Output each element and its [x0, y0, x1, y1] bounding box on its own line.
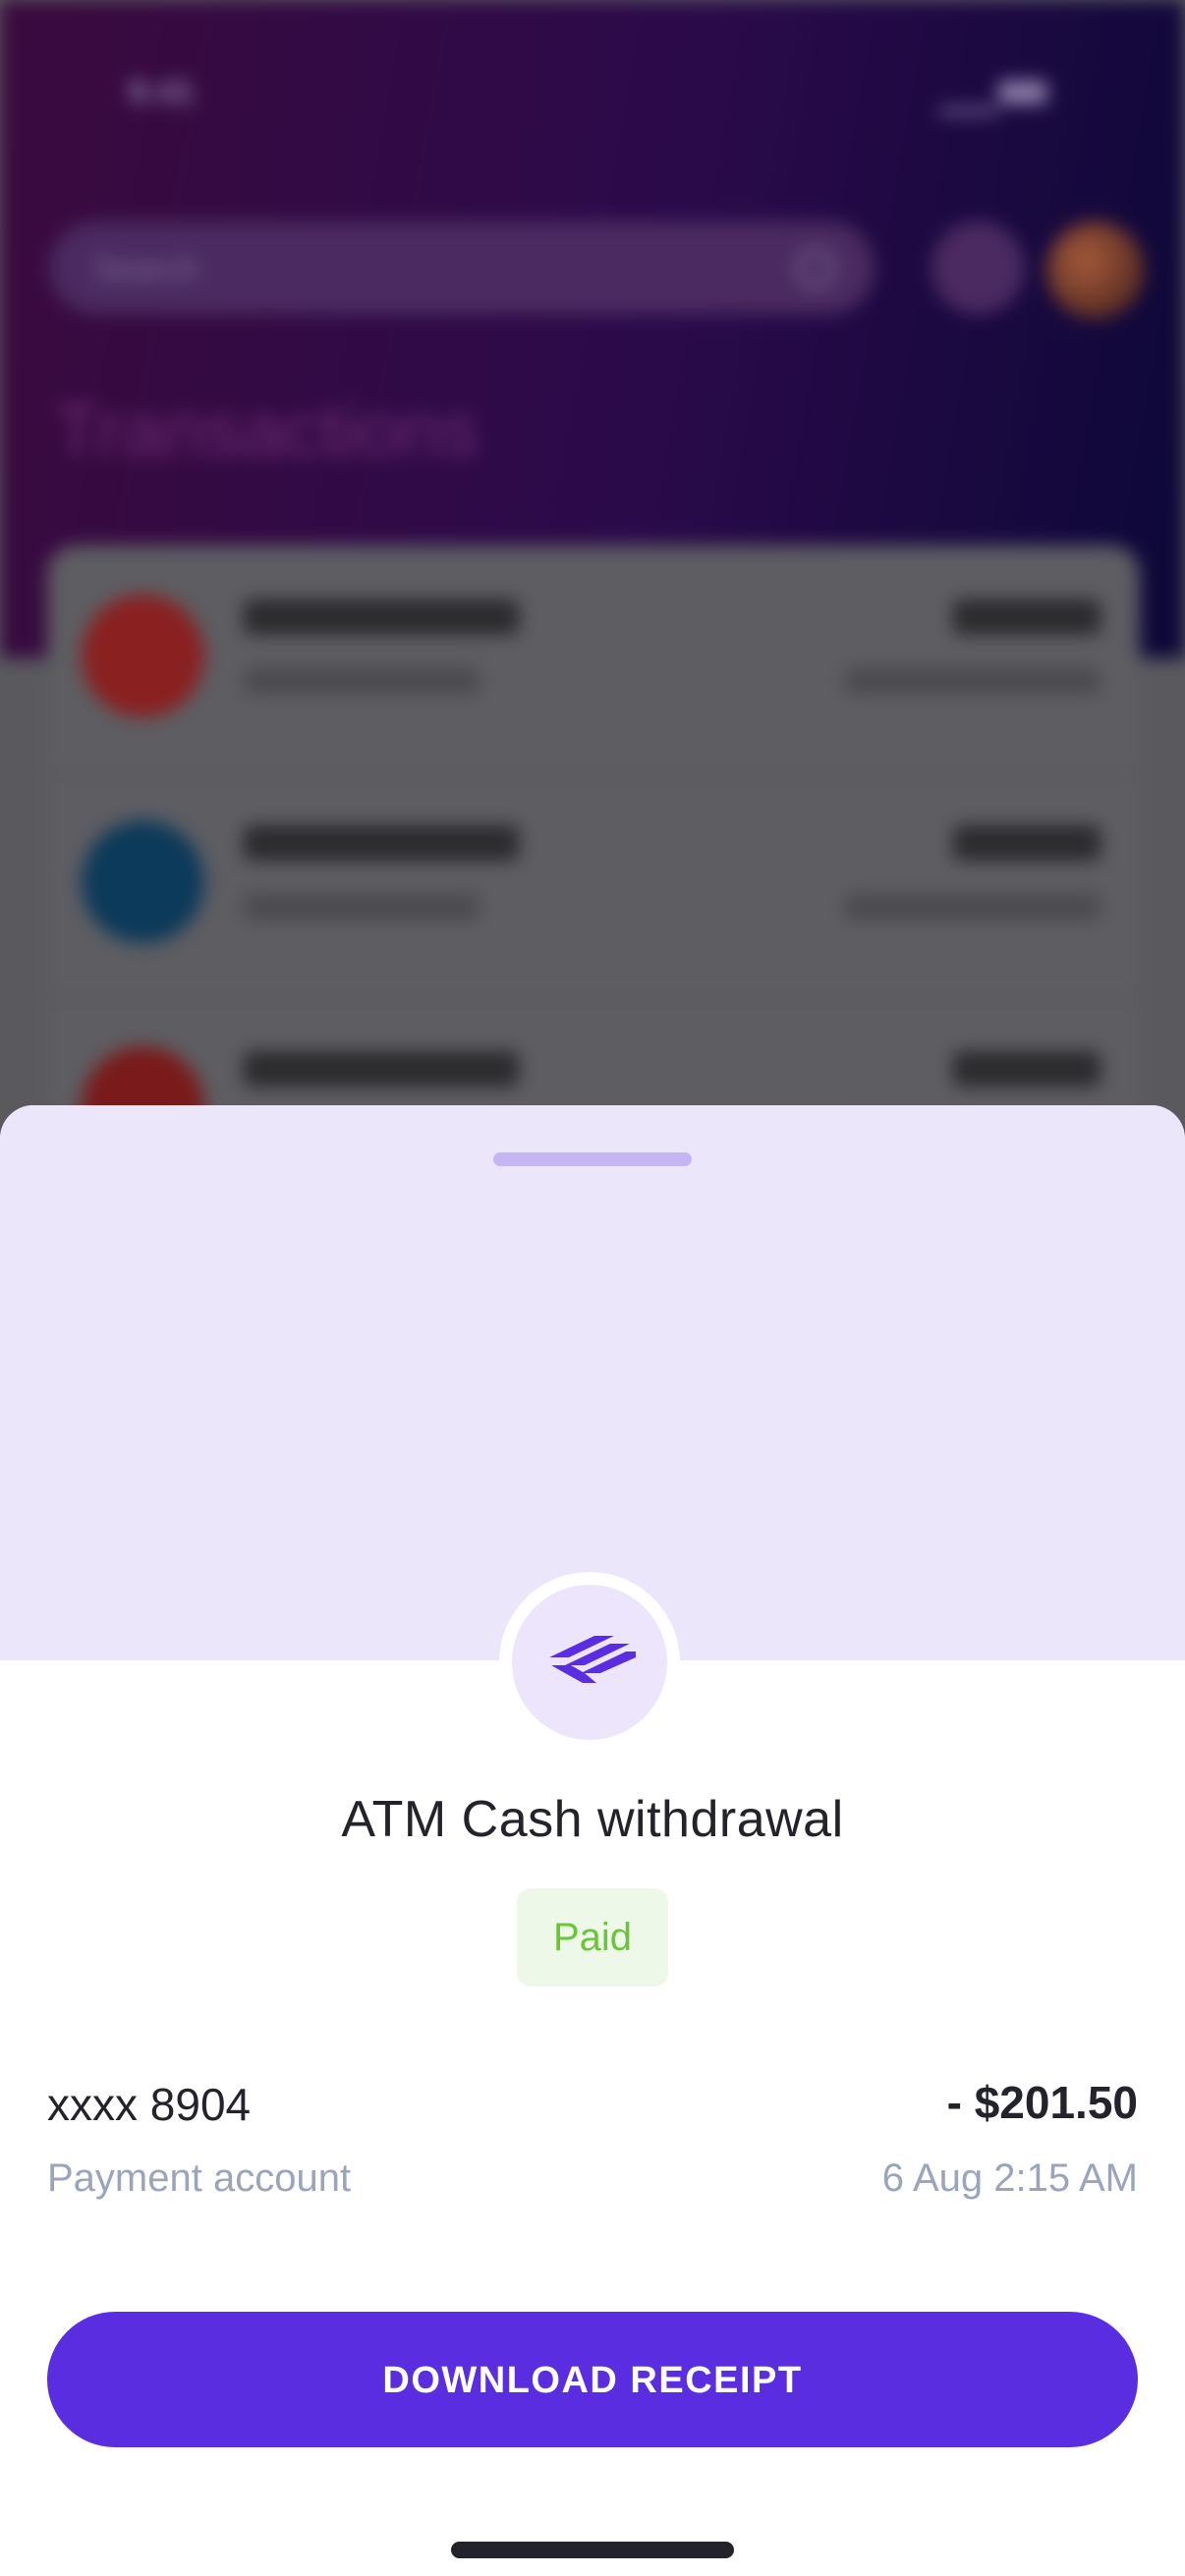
home-indicator[interactable]: [451, 2542, 734, 2558]
row-amount: [953, 1051, 1100, 1087]
drag-handle[interactable]: [493, 1152, 692, 1166]
status-badge: Paid: [517, 1888, 668, 1987]
row-date: [845, 668, 1100, 694]
list-item: [47, 545, 1140, 773]
transaction-amount: - $201.50: [946, 2077, 1138, 2128]
signal-icon: [939, 79, 998, 114]
merchant-icon: [82, 820, 204, 943]
status-time: 9:41: [128, 74, 196, 111]
row-amount: [953, 599, 1100, 635]
avatar: [1046, 221, 1145, 319]
row-subtitle: [244, 894, 480, 920]
row-title: [244, 599, 519, 635]
notification-icon: [931, 221, 1025, 314]
row-subtitle: [244, 668, 480, 694]
row-date: [845, 894, 1100, 920]
transaction-detail-sheet: ATM Cash withdrawal Paid xxxx 8904 Payme…: [0, 1105, 1185, 2576]
account-number: xxxx 8904: [47, 2079, 252, 2130]
background-app: 9:41 Search Transactions: [0, 0, 1185, 1346]
search-placeholder: Search: [93, 251, 199, 288]
search-icon: [796, 249, 835, 288]
search-input: Search: [49, 221, 875, 314]
bank-stripes-logo-icon: [549, 1636, 636, 1683]
merchant-logo-circle: [512, 1585, 667, 1740]
list-item: [47, 771, 1140, 999]
row-title: [244, 825, 519, 861]
transaction-title: ATM Cash withdrawal: [341, 1791, 844, 1848]
row-amount: [953, 825, 1100, 861]
merchant-logo: [499, 1572, 680, 1753]
account-label: Payment account: [47, 2156, 352, 2200]
page-title: Transactions: [54, 389, 480, 473]
download-receipt-button[interactable]: DOWNLOAD RECEIPT: [47, 2312, 1138, 2447]
merchant-icon: [82, 594, 204, 717]
row-title: [244, 1051, 519, 1087]
transaction-datetime: 6 Aug 2:15 AM: [881, 2156, 1138, 2200]
battery-icon: [998, 81, 1047, 104]
